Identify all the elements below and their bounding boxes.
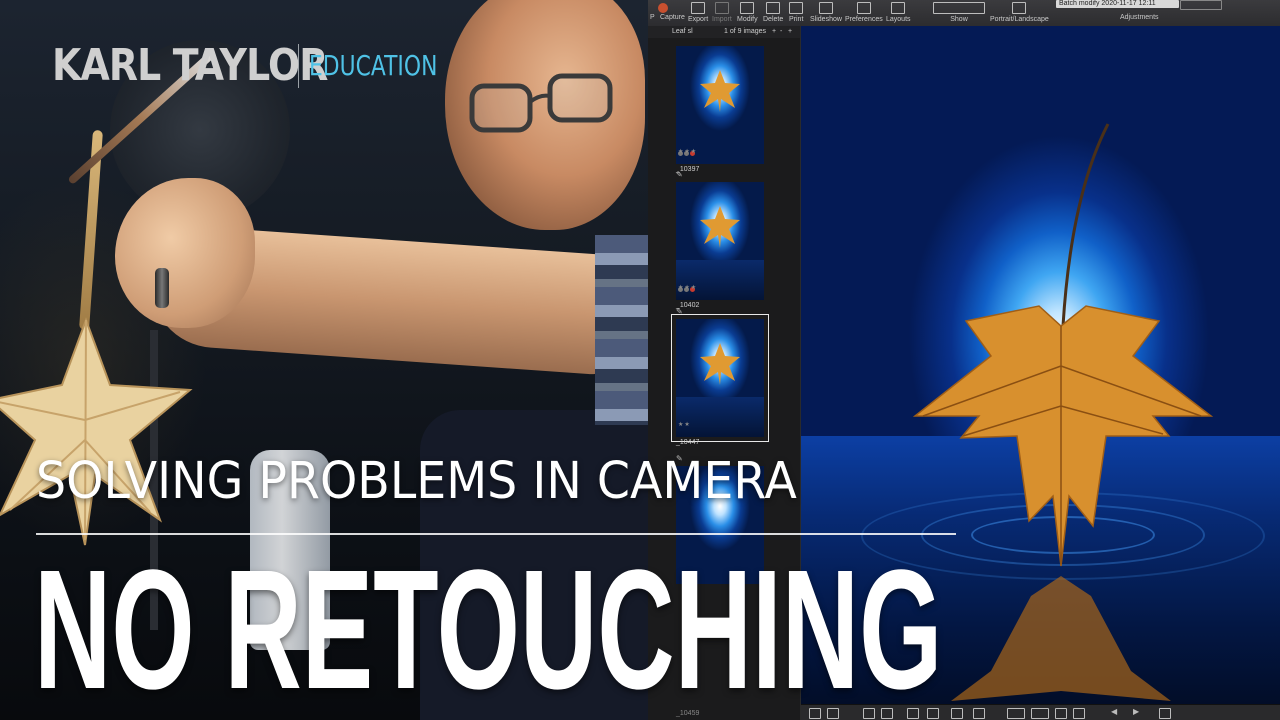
layouts-icon: [891, 2, 906, 14]
modify-button[interactable]: Modify: [737, 2, 758, 23]
dry-leaf: [0, 317, 193, 546]
edit-pencil-icon: ✎: [676, 307, 683, 316]
compare-icon[interactable]: [1007, 708, 1025, 719]
show-button[interactable]: Show: [933, 2, 985, 23]
slideshow-button[interactable]: Slideshow: [810, 2, 842, 23]
wedding-ring: [155, 268, 169, 308]
zoom-button[interactable]: +: [788, 28, 792, 35]
batch-controls[interactable]: [1180, 0, 1222, 10]
overlay-icon[interactable]: [1031, 708, 1049, 719]
export-button[interactable]: Export: [688, 2, 708, 23]
preferences-icon: [856, 2, 871, 14]
album-name: Leaf sl: [672, 28, 693, 35]
print-button[interactable]: Print: [789, 2, 803, 23]
thumbnail-stage: P Capture Export Import Modify Delete Pr…: [0, 0, 1280, 720]
hand-icon[interactable]: [951, 708, 963, 719]
rotate-icon: [1012, 2, 1027, 14]
import-icon: [714, 2, 729, 14]
glasses-icon: [469, 73, 613, 133]
thumbnail-item[interactable]: ★★★ _10397: [676, 46, 764, 173]
menu-icon[interactable]: [973, 708, 985, 719]
headline: SOLVING PROBLEMS IN CAMERA: [36, 452, 797, 511]
previous-icon[interactable]: ◀: [1111, 707, 1121, 716]
hand: [115, 178, 255, 328]
portrait-landscape-button[interactable]: Portrait/Landscape: [990, 2, 1049, 23]
modify-icon: [740, 2, 755, 14]
add-button[interactable]: +: [772, 28, 776, 35]
star-rating[interactable]: ★★★: [678, 148, 697, 155]
leaf-icon: [700, 206, 740, 248]
striped-sleeve: [595, 235, 648, 425]
fullscreen-icon[interactable]: [1159, 708, 1171, 719]
toolbar-cut-label: P: [650, 14, 655, 21]
import-button[interactable]: Import: [712, 2, 732, 23]
thumbnail-water: [676, 397, 764, 437]
brand-logo: KARL TAYLOR EDUCATION: [52, 40, 474, 91]
star-rating[interactable]: ★★★: [678, 284, 697, 291]
preferences-button[interactable]: Preferences: [845, 2, 883, 23]
export-icon: [691, 2, 706, 14]
batch-field[interactable]: Batch modify 2020-11-17 12:11: [1056, 0, 1179, 8]
thumbnail-item[interactable]: ✎ ★★★ _10402: [676, 170, 764, 309]
grid-icon[interactable]: [1055, 708, 1067, 719]
capture-button[interactable]: Capture: [660, 6, 685, 21]
show-icon: [933, 2, 985, 14]
maple-leaf-photo: [912, 123, 1214, 701]
browser-header: Leaf sl 1 of 9 images + - +: [648, 26, 800, 38]
brand-subtitle: EDUCATION: [309, 49, 438, 82]
leaf-icon: [700, 343, 740, 385]
delete-button[interactable]: Delete: [763, 2, 783, 23]
brand-name: KARL TAYLOR: [52, 40, 328, 91]
printer-icon: [789, 2, 804, 14]
remove-button[interactable]: -: [780, 28, 782, 35]
next-icon[interactable]: ▶: [1133, 707, 1143, 716]
main-title: NO RETOUCHING: [34, 535, 943, 720]
thumbnail-name: _10447: [676, 439, 700, 446]
layouts-button[interactable]: Layouts: [886, 2, 911, 23]
trash-icon: [766, 2, 781, 14]
leaf-icon: [700, 70, 740, 112]
star-rating[interactable]: ★★: [678, 421, 691, 428]
image-count: 1 of 9 images: [724, 28, 767, 35]
editor-toolbar: P Capture Export Import Modify Delete Pr…: [648, 0, 1280, 27]
slideshow-icon: [818, 2, 833, 14]
thumbnail-item-selected[interactable]: ✎ ★★ _10447: [671, 307, 769, 446]
edit-pencil-icon: ✎: [676, 170, 683, 179]
proof-icon[interactable]: [1073, 708, 1085, 719]
adjustments-label: Adjustments: [1120, 14, 1159, 21]
